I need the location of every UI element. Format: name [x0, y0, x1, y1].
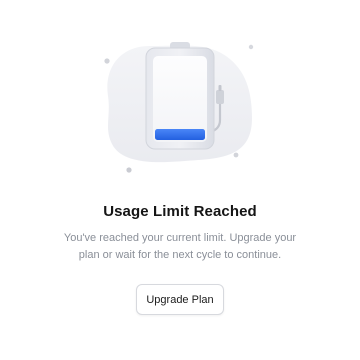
decor-dot	[126, 167, 132, 173]
description-text: You've reached your current limit. Upgra…	[40, 230, 320, 264]
usage-limit-empty-state: Usage Limit Reached You've reached your …	[0, 0, 360, 360]
upgrade-plan-button[interactable]: Upgrade Plan	[136, 284, 224, 315]
page-title: Usage Limit Reached	[103, 203, 257, 220]
decor-dot	[104, 58, 110, 64]
description-line: plan or wait for the next cycle to conti…	[78, 249, 282, 261]
cable-plug	[216, 90, 224, 104]
battery-low-icon	[104, 42, 254, 173]
battery-level-bar	[155, 129, 205, 140]
description-line: You've reached your current limit. Upgra…	[63, 232, 297, 244]
decor-dot	[233, 152, 239, 158]
cable-pin	[218, 85, 222, 91]
decor-dot	[248, 44, 254, 50]
